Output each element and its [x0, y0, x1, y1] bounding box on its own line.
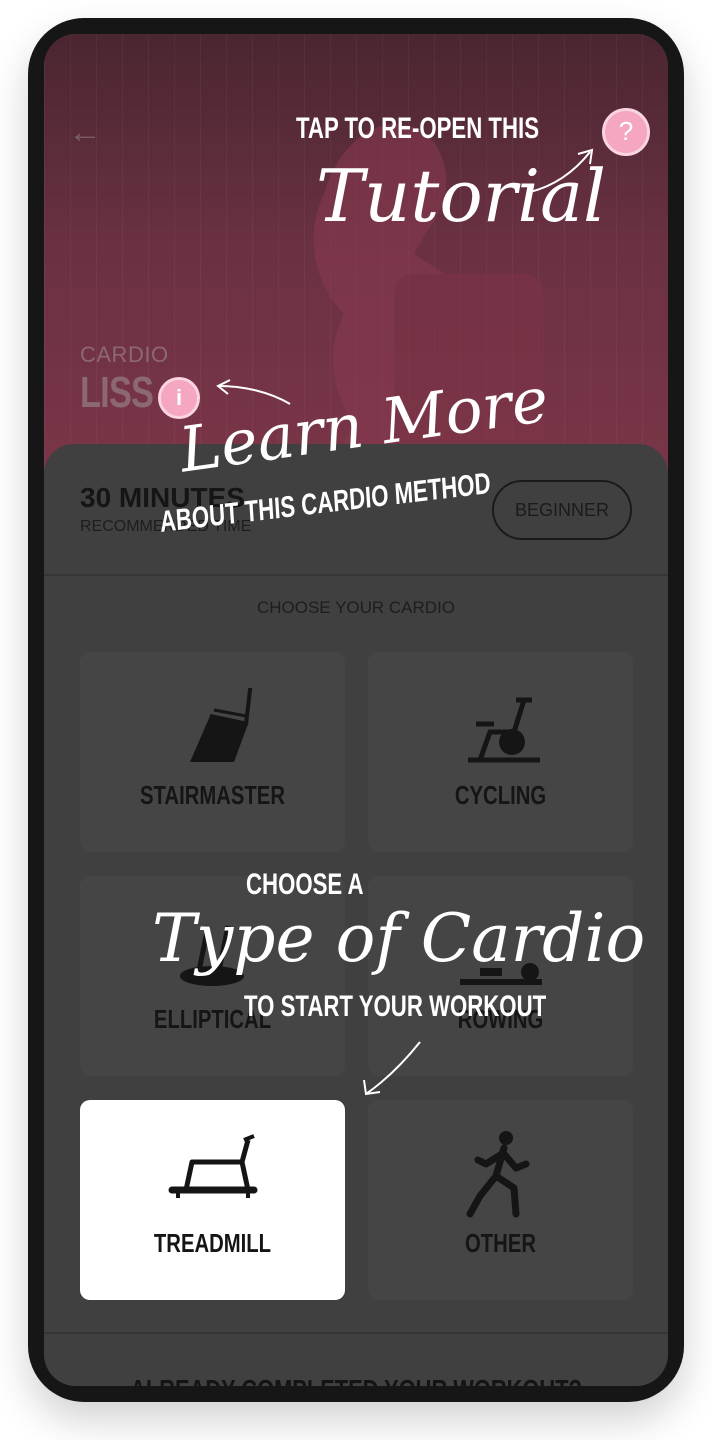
- tile-label: CYCLING: [454, 780, 547, 810]
- cardio-tile-cycling[interactable]: CYCLING: [368, 652, 633, 852]
- cardio-type-label: CARDIO: [80, 342, 169, 367]
- arrow-to-help-icon: [529, 148, 594, 193]
- treadmill-icon: [168, 1134, 258, 1198]
- tile-label: OTHER: [465, 1228, 536, 1258]
- choose-cardio-caption: CHOOSE A: [246, 868, 364, 901]
- tutorial-tap-text: TAP TO RE-OPEN THIS: [296, 112, 539, 145]
- tile-label: STAIRMASTER: [140, 780, 285, 810]
- completed-workout-link[interactable]: ALREADY COMPLETED YOUR WORKOUT?: [113, 1374, 600, 1386]
- start-workout-caption: TO START YOUR WORKOUT: [244, 990, 547, 1023]
- cardio-tile-treadmill[interactable]: TREADMILL: [80, 1100, 345, 1300]
- app-screen: ← CARDIO LISS 30 MINUTES RECOMMENDED TIM…: [44, 34, 668, 1386]
- arrow-to-info-icon: [216, 379, 291, 405]
- divider: [44, 1332, 668, 1334]
- cardio-tile-stairmaster[interactable]: STAIRMASTER: [80, 652, 345, 852]
- divider: [44, 574, 668, 576]
- bike-icon: [468, 697, 540, 763]
- type-of-cardio-script: Type of Cardio: [152, 900, 646, 977]
- stairmaster-icon: [190, 688, 252, 762]
- runner-icon: [466, 1131, 530, 1218]
- cardio-tile-other[interactable]: OTHER: [368, 1100, 633, 1300]
- help-icon[interactable]: ?: [602, 108, 650, 156]
- cardio-method-title: LISS: [80, 368, 154, 417]
- back-arrow-icon[interactable]: ←: [68, 114, 108, 150]
- arrow-to-tiles: [363, 1041, 421, 1096]
- choose-cardio-heading: CHOOSE YOUR CARDIO: [256, 598, 456, 617]
- level-button[interactable]: BEGINNER: [492, 480, 632, 540]
- tile-label: TREADMILL: [153, 1228, 272, 1258]
